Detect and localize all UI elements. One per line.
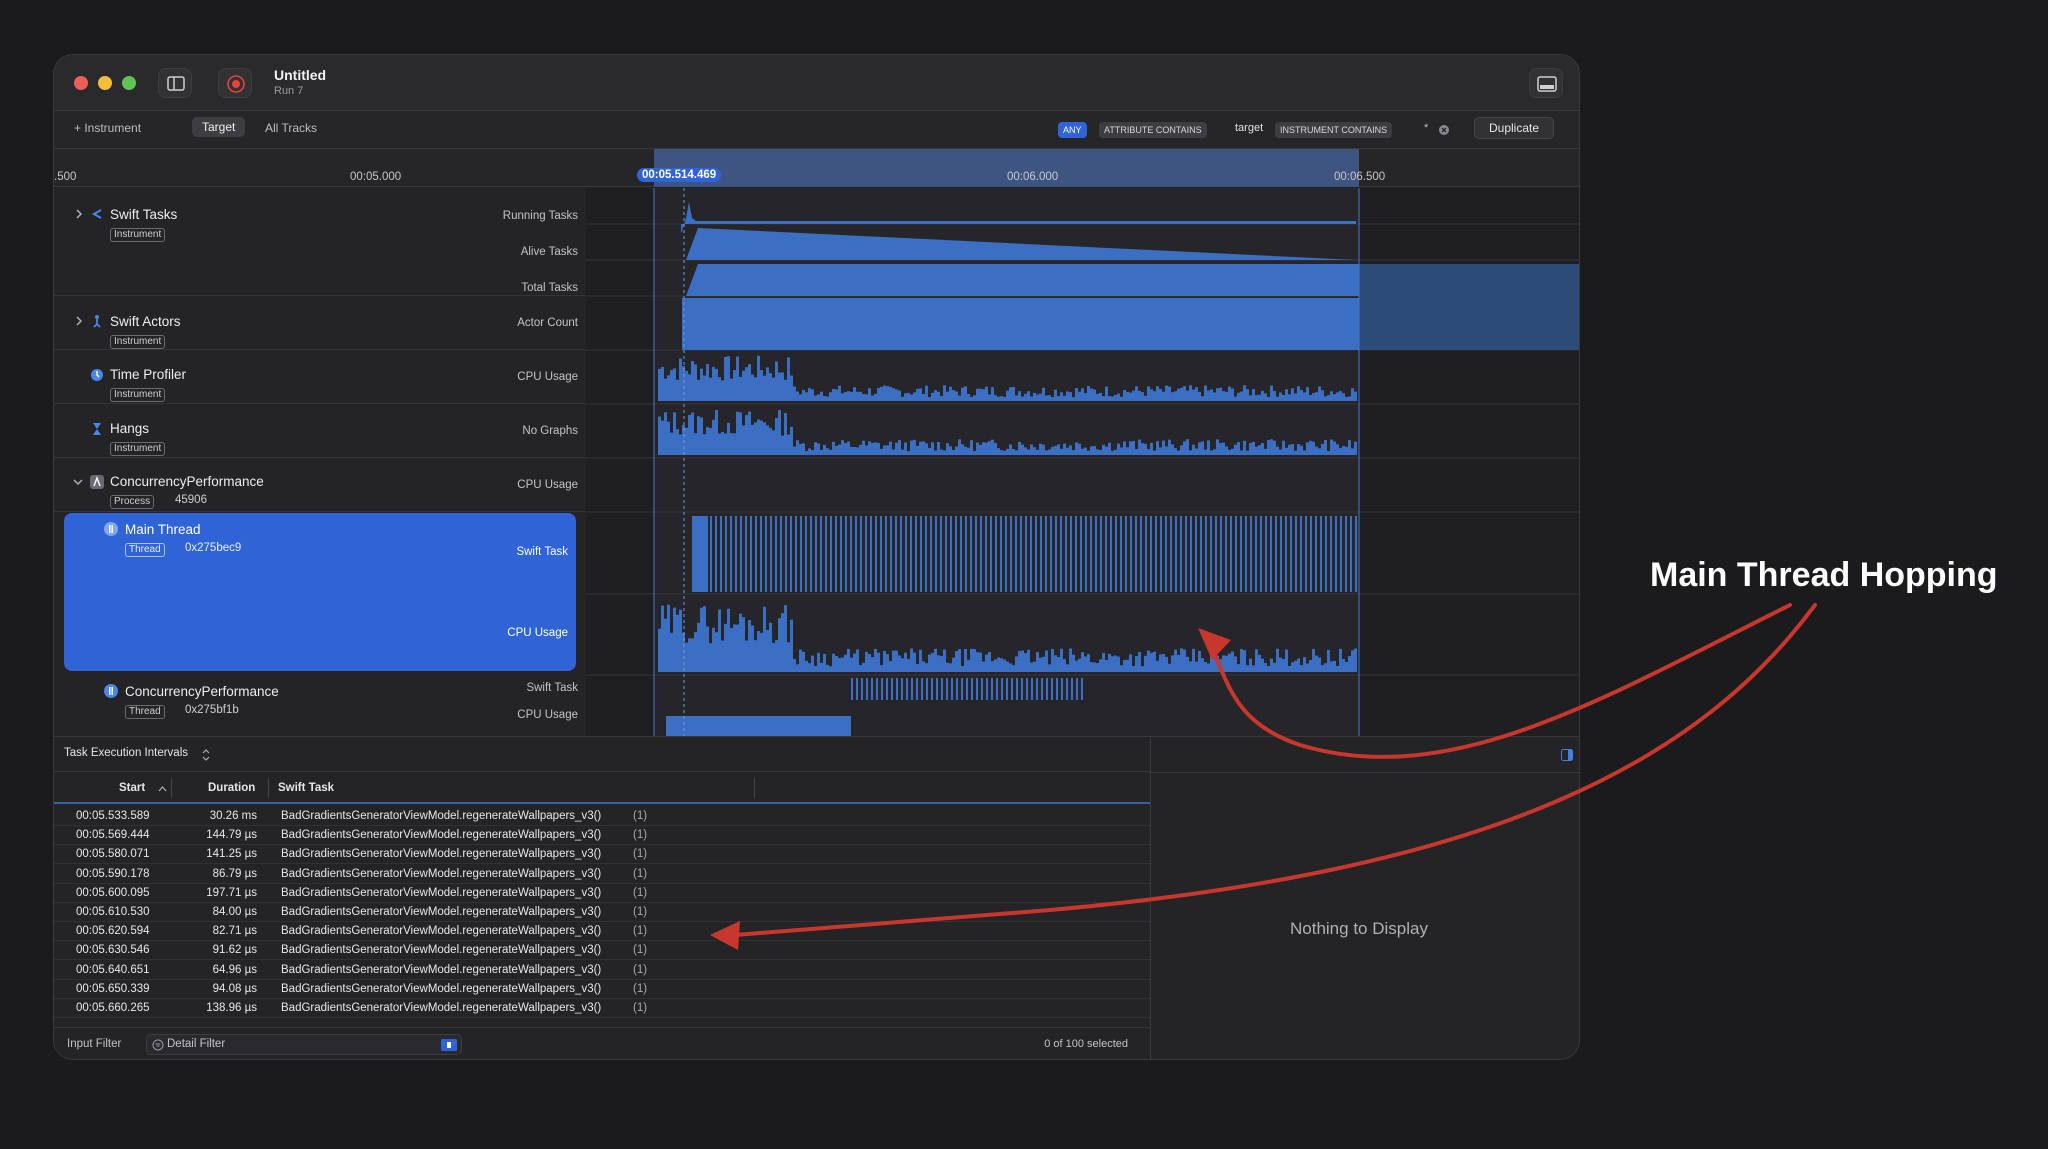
arrow-to-graph (1213, 603, 1792, 759)
arrowhead-icon (1198, 628, 1231, 660)
arrow-to-table (733, 603, 1817, 937)
arrowhead-icon (710, 921, 740, 950)
annotation-arrows (710, 603, 1817, 950)
